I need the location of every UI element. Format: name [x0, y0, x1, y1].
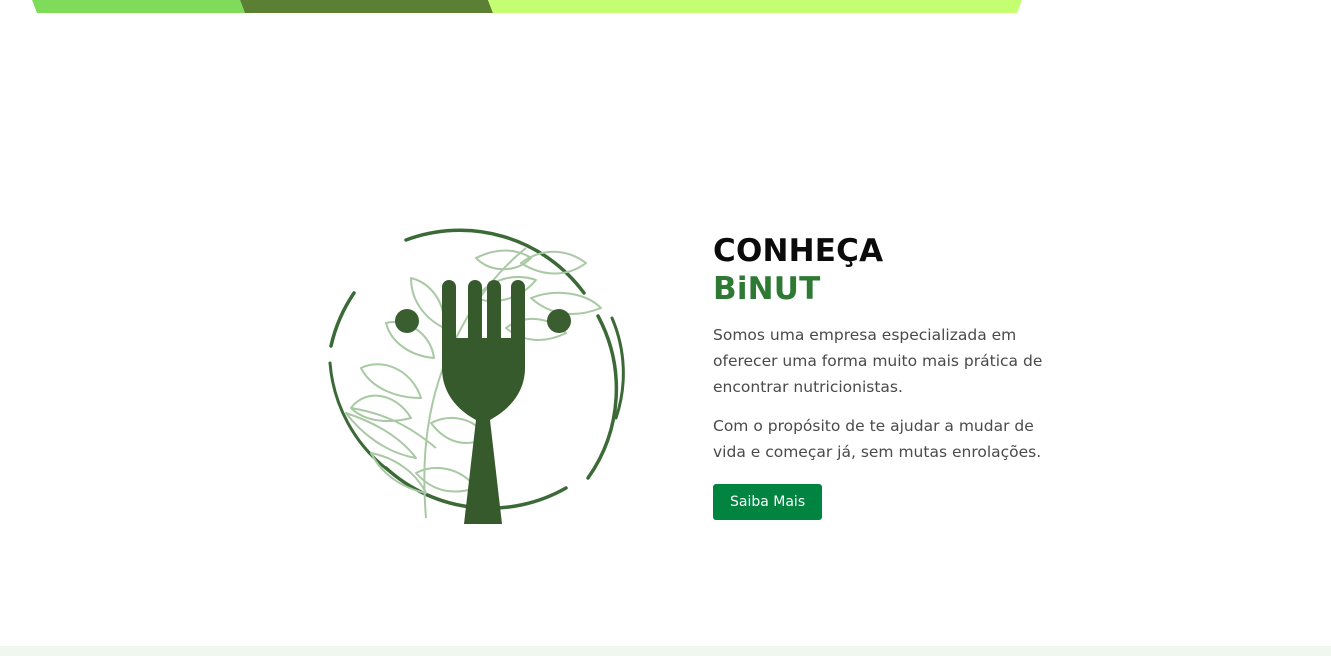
about-text-column: CONHEÇA BiNUT Somos uma empresa especial…	[713, 232, 1073, 520]
leaf-7	[530, 291, 602, 315]
logo-ring-arc-left	[329, 291, 356, 348]
leaf-5	[475, 249, 532, 271]
logo-dot-right	[547, 309, 571, 333]
about-heading: CONHEÇA BiNUT	[713, 232, 1073, 308]
leaf-stem-branch	[350, 407, 437, 449]
fork-with-leaves-icon	[328, 228, 625, 524]
fork-handle	[442, 338, 525, 524]
next-section-edge	[0, 646, 1331, 656]
logo-ring-inner-left	[328, 361, 390, 472]
saiba-mais-button[interactable]: Saiba Mais	[713, 484, 823, 520]
about-section: CONHEÇA BiNUT Somos uma empresa especial…	[0, 0, 1331, 646]
leaf-8	[475, 276, 537, 303]
heading-line-1: CONHEÇA	[713, 233, 884, 269]
leaf-2	[360, 363, 422, 399]
brand-name: BiNUT	[713, 271, 821, 307]
about-paragraph-2: Com o propósito de te ajudar a mudar de …	[713, 417, 1042, 461]
logo-ring-arc-right	[586, 314, 619, 480]
logo-dot-left	[395, 309, 419, 333]
about-paragraph-1: Somos uma empresa especializada em ofere…	[713, 326, 1043, 396]
